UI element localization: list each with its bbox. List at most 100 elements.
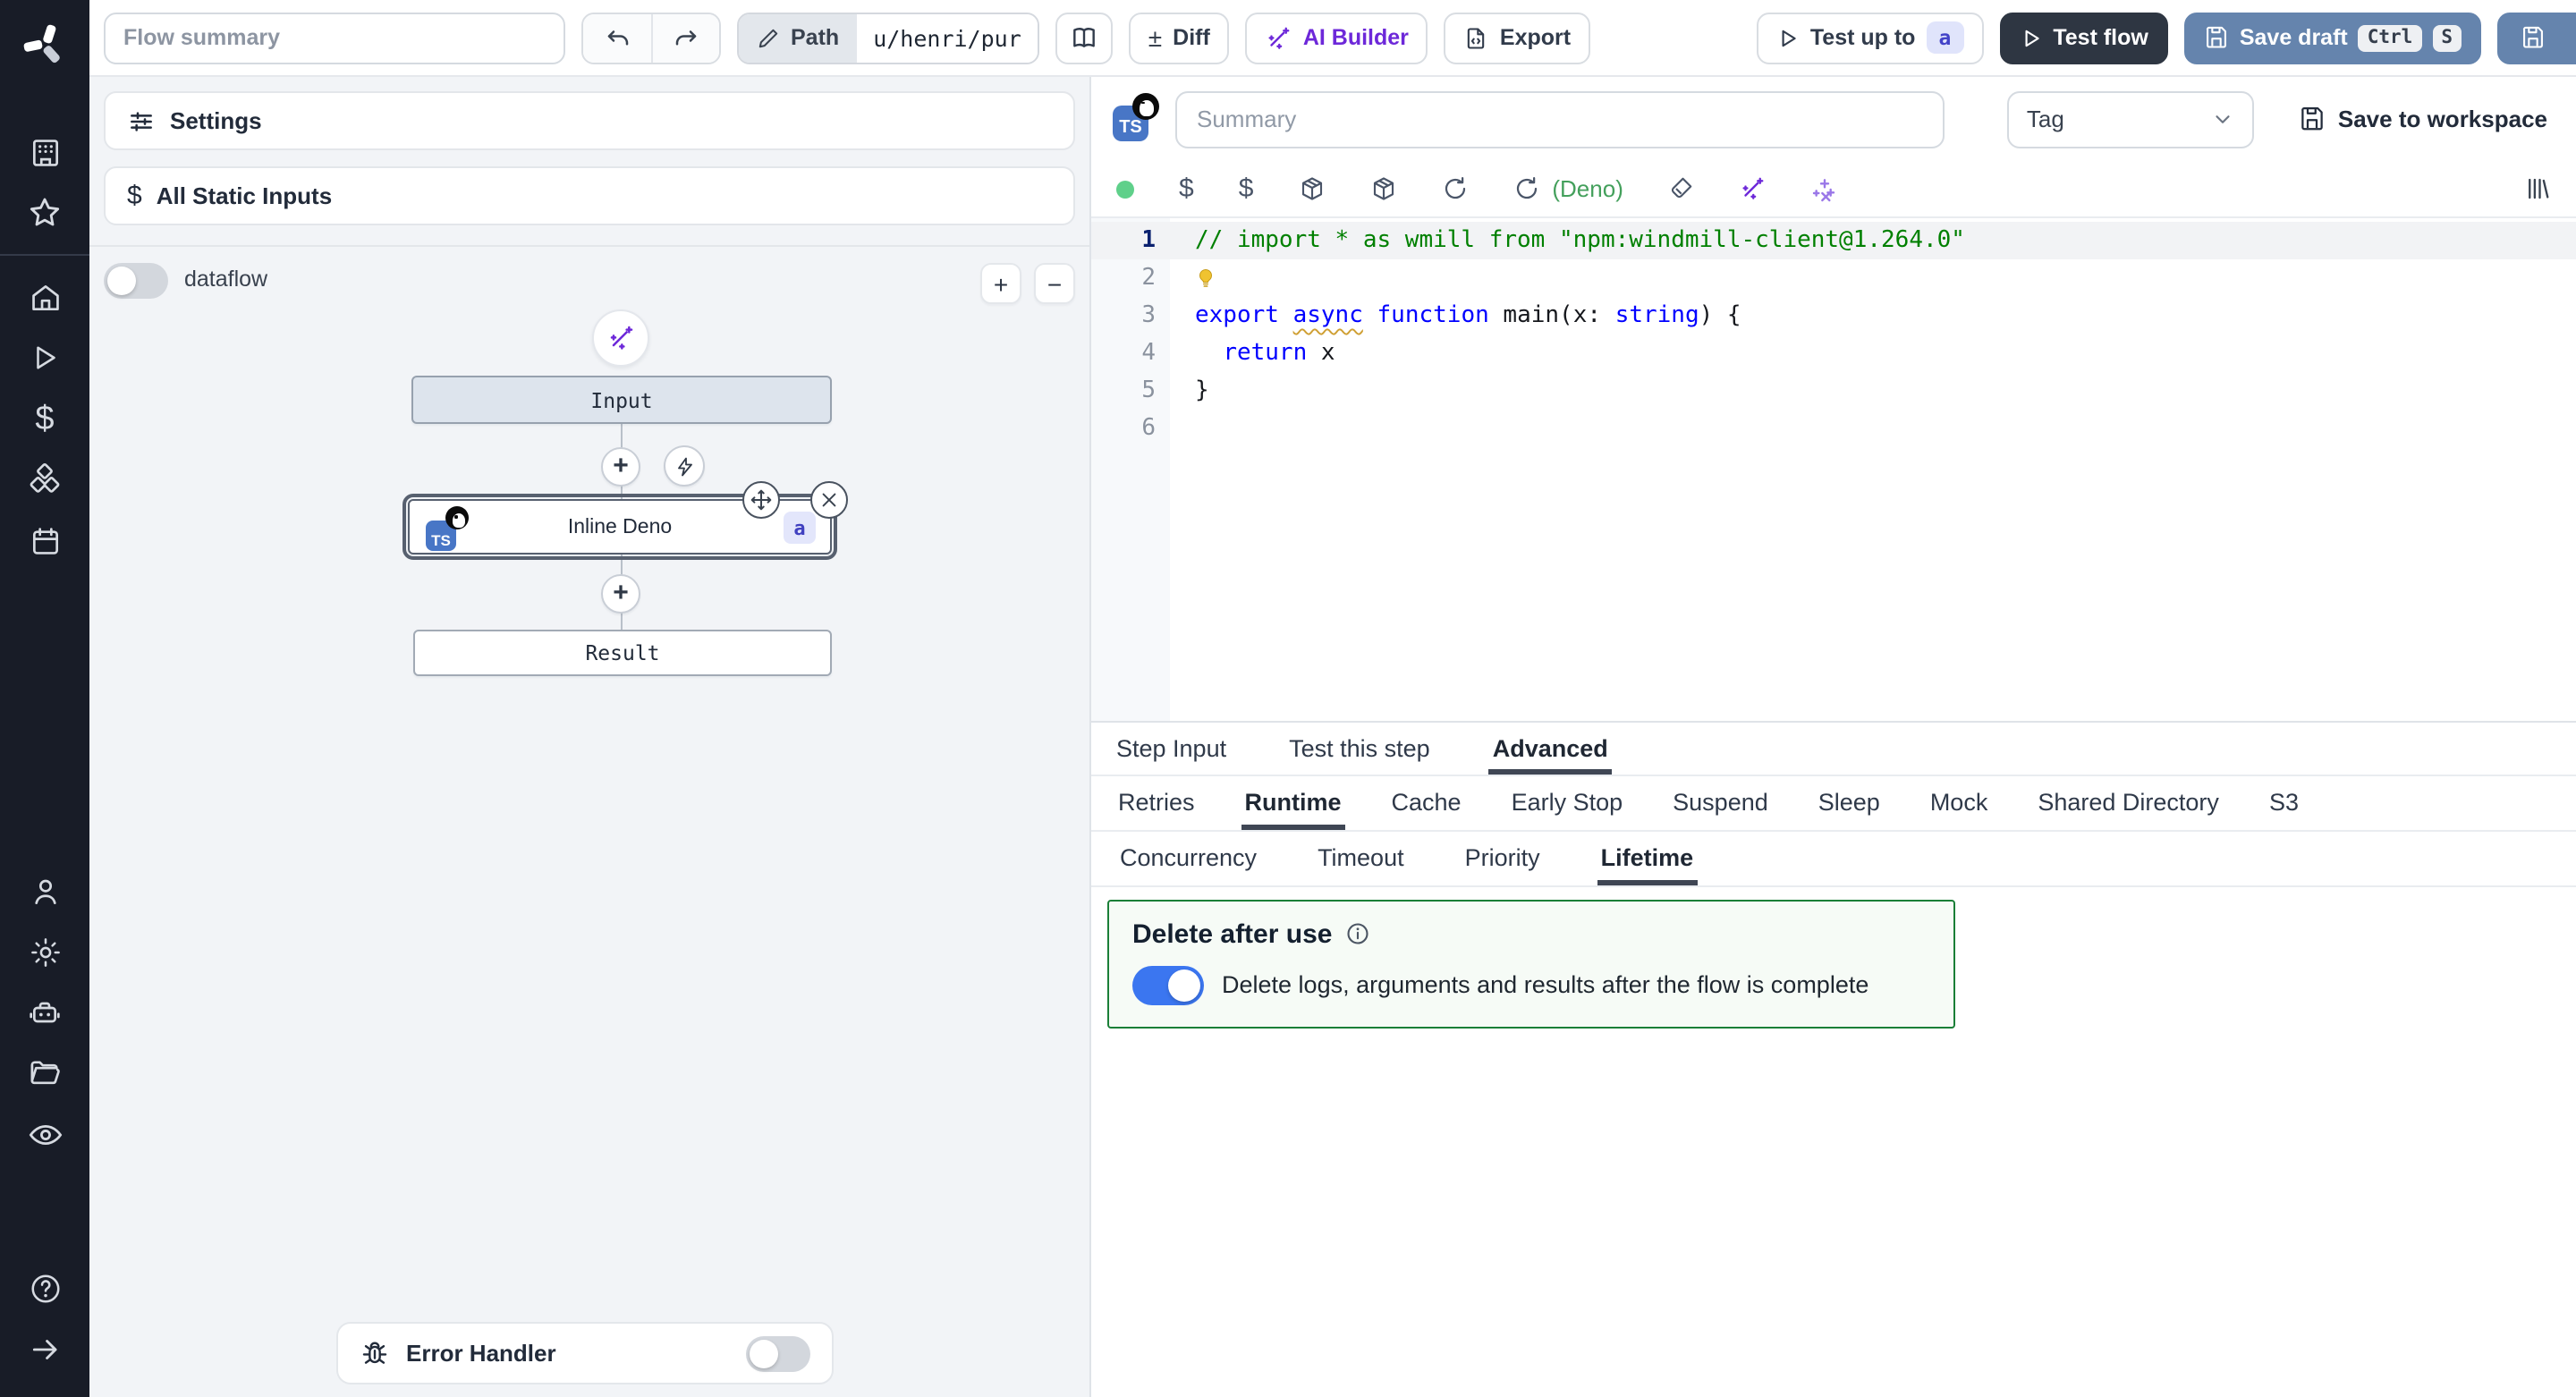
add-step-button[interactable]: + xyxy=(601,447,640,487)
sidebar-item-runs[interactable] xyxy=(14,327,75,388)
info-icon[interactable] xyxy=(1344,921,1369,946)
typescript-deno-icon: TS xyxy=(1113,97,1159,140)
code-line[interactable]: 5} xyxy=(1091,372,2576,410)
test-flow-button[interactable]: Test flow xyxy=(1999,12,2168,64)
tab[interactable]: Step Input xyxy=(1113,722,1230,774)
play-outline-icon xyxy=(1776,26,1800,49)
ai-edit-button[interactable] xyxy=(1740,175,1767,202)
test-up-to-button[interactable]: Test up to a xyxy=(1757,12,1983,64)
move-step-button[interactable] xyxy=(742,481,780,519)
sidebar-item-users[interactable] xyxy=(14,860,75,921)
code-line[interactable]: 6 xyxy=(1091,410,2576,447)
flow-graph: Input + TS I xyxy=(89,77,1089,1397)
play-outline-icon xyxy=(2019,26,2042,49)
code-line[interactable]: 1// import * as wmill from "npm:windmill… xyxy=(1091,222,2576,259)
user-icon xyxy=(28,874,62,908)
editor-toolbar: $ $ xyxy=(1091,161,2576,216)
code-editor[interactable]: 1// import * as wmill from "npm:windmill… xyxy=(1091,216,2576,720)
reset-runtime-button[interactable] xyxy=(1513,175,1539,202)
lightbulb-icon[interactable] xyxy=(1195,267,1216,290)
undo-button[interactable] xyxy=(583,13,651,62)
sidebar-collapse-toggle[interactable] xyxy=(14,1318,75,1379)
flow-summary-input[interactable] xyxy=(104,12,565,64)
redo-button[interactable] xyxy=(651,13,719,62)
sidebar-item-settings[interactable] xyxy=(14,921,75,982)
sidebar-item-favorites[interactable] xyxy=(14,182,75,243)
ai-builder-button[interactable]: AI Builder xyxy=(1246,12,1428,64)
library-button[interactable] xyxy=(2524,175,2551,202)
package-icon xyxy=(1369,175,1396,202)
tab[interactable]: Sleep xyxy=(1815,775,1884,829)
code-line[interactable]: 2 xyxy=(1091,259,2576,297)
sidebar-item-workers[interactable] xyxy=(14,982,75,1043)
export-button[interactable]: Export xyxy=(1445,12,1590,64)
tab[interactable]: Mock xyxy=(1927,775,1992,829)
sidebar-item-home[interactable] xyxy=(14,267,75,327)
delete-after-use-description: Delete logs, arguments and results after… xyxy=(1222,971,1868,998)
tab[interactable]: S3 xyxy=(2266,775,2302,829)
tab[interactable]: Test this step xyxy=(1285,722,1434,774)
code-line[interactable]: 4 return x xyxy=(1091,334,2576,372)
line-number: 6 xyxy=(1091,410,1170,447)
tab[interactable]: Retries xyxy=(1114,775,1199,829)
sidebar-item-workspace[interactable] xyxy=(14,122,75,182)
diff-button[interactable]: ± Diff xyxy=(1129,12,1230,64)
tab[interactable]: Suspend xyxy=(1669,775,1772,829)
tag-select[interactable]: Tag xyxy=(2007,90,2254,148)
delete-step-button[interactable] xyxy=(810,481,848,519)
add-trigger-button[interactable] xyxy=(664,445,705,487)
sidebar-item-resources[interactable] xyxy=(14,449,75,510)
undo-icon xyxy=(604,24,631,51)
step-summary-input[interactable] xyxy=(1175,90,1945,148)
refresh-icon xyxy=(1513,175,1539,202)
line-number: 3 xyxy=(1091,297,1170,334)
code-line[interactable]: 3export async function main(x: string) { xyxy=(1091,297,2576,334)
tab[interactable]: Cache xyxy=(1388,775,1465,829)
tab[interactable]: Priority xyxy=(1462,831,1544,885)
sidebar-item-audit[interactable] xyxy=(14,1104,75,1164)
move-arrows-icon xyxy=(750,488,773,512)
save-draft-button[interactable]: Save draft Ctrl S xyxy=(2184,12,2481,64)
windmill-logo[interactable] xyxy=(14,14,75,75)
tab[interactable]: Timeout xyxy=(1314,831,1408,885)
tab[interactable]: Shared Directory xyxy=(2034,775,2223,829)
package-button[interactable] xyxy=(1369,175,1396,202)
resources-button[interactable]: $ xyxy=(1239,175,1254,202)
save-floppy-icon xyxy=(2204,25,2229,50)
typescript-deno-icon: TS xyxy=(426,512,469,551)
package-icon xyxy=(1298,175,1325,202)
deno-icon xyxy=(1132,92,1159,119)
result-node[interactable]: Result xyxy=(413,630,832,676)
add-step-button[interactable]: + xyxy=(601,574,640,614)
play-icon xyxy=(29,342,61,374)
delete-after-use-toggle[interactable] xyxy=(1132,965,1204,1004)
ai-flow-button[interactable] xyxy=(592,309,649,367)
package-button[interactable] xyxy=(1298,175,1325,202)
deploy-button[interactable] xyxy=(2497,12,2576,64)
path-button[interactable]: Path u/henri/pur xyxy=(737,12,1039,64)
format-button[interactable] xyxy=(1668,175,1695,202)
error-handler-card[interactable]: Error Handler xyxy=(336,1322,834,1384)
sidebar-item-folders[interactable] xyxy=(14,1043,75,1104)
flow-pane: Settings $ All Static Inputs dataflow + … xyxy=(89,77,1091,1397)
close-icon xyxy=(819,490,839,510)
reload-button[interactable] xyxy=(1441,175,1468,202)
tab[interactable]: Lifetime xyxy=(1597,831,1698,885)
status-dot-icon xyxy=(1116,180,1134,198)
tab[interactable]: Concurrency xyxy=(1116,831,1260,885)
input-node[interactable]: Input xyxy=(411,376,832,424)
magic-wand-icon xyxy=(1266,24,1292,51)
ai-sparkles-button[interactable] xyxy=(1811,174,1840,203)
main-column: Path u/henri/pur ± Diff AI Builder xyxy=(89,0,2576,1397)
tab[interactable]: Runtime xyxy=(1241,775,1345,829)
variables-button[interactable]: $ xyxy=(1179,175,1194,202)
sidebar-item-help[interactable] xyxy=(14,1257,75,1318)
path-label: Path xyxy=(791,25,839,50)
sidebar-item-schedules[interactable] xyxy=(14,510,75,571)
sidebar-item-variables[interactable]: $ xyxy=(14,388,75,449)
docs-button[interactable] xyxy=(1055,12,1113,64)
tab[interactable]: Advanced xyxy=(1489,722,1612,774)
tab[interactable]: Early Stop xyxy=(1508,775,1627,829)
error-handler-toggle[interactable] xyxy=(746,1335,810,1371)
save-to-workspace-button[interactable]: Save to workspace xyxy=(2299,106,2547,132)
